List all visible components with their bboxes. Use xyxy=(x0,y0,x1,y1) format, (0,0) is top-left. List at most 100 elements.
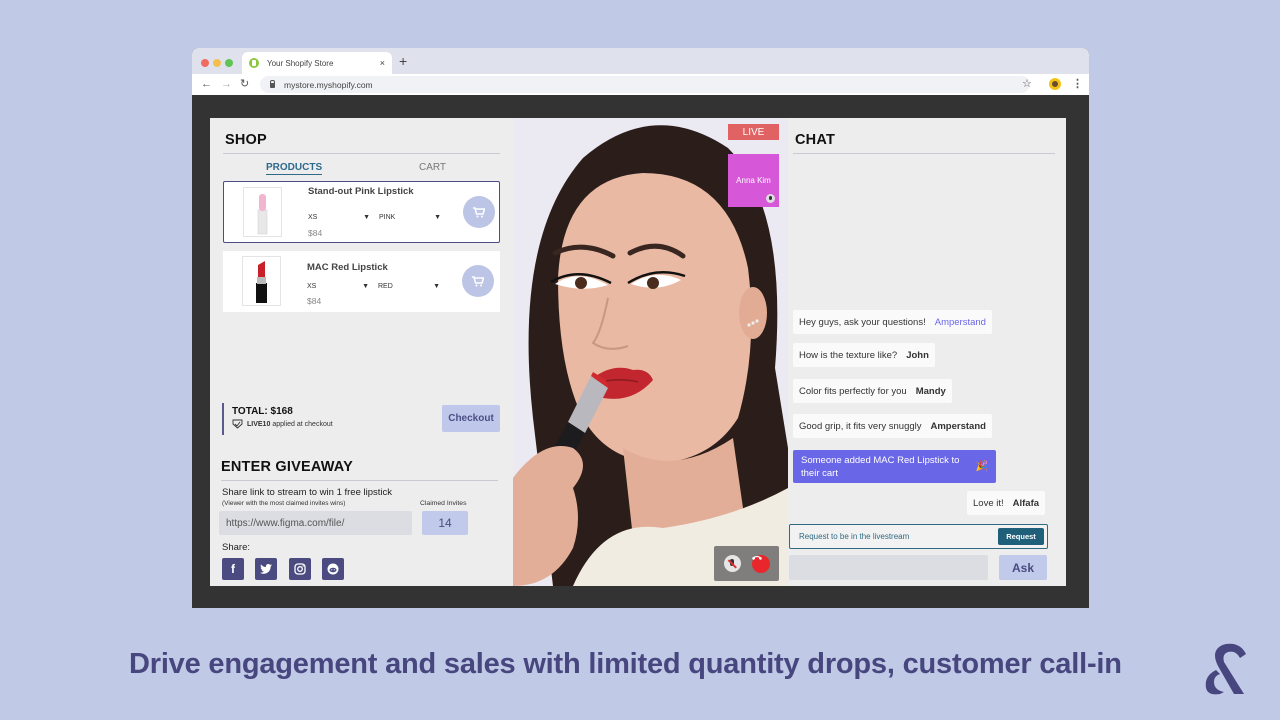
maximize-window-button[interactable] xyxy=(225,59,233,67)
caret-down-icon: ▼ xyxy=(434,214,441,221)
tab-bar: Your Shopify Store × + xyxy=(192,48,1089,74)
close-window-button[interactable] xyxy=(201,59,209,67)
cart-icon xyxy=(472,275,484,286)
size-select[interactable]: XS ▼ xyxy=(307,283,369,290)
caret-down-icon: ▼ xyxy=(433,283,440,290)
live-badge: LIVE xyxy=(728,124,779,140)
instagram-share-button[interactable] xyxy=(289,558,311,580)
call-controls xyxy=(714,546,779,581)
product-name: MAC Red Lipstick xyxy=(307,262,388,273)
url-text: mystore.myshopify.com xyxy=(284,79,373,90)
message-text: Love it! xyxy=(973,497,1004,509)
message-author: Alfafa xyxy=(1012,497,1040,509)
add-to-cart-button[interactable] xyxy=(463,196,495,228)
message-text: Color fits perfectly for you xyxy=(799,385,907,397)
size-select[interactable]: XS ▼ xyxy=(308,214,370,221)
color-select[interactable]: RED ▼ xyxy=(378,283,440,290)
profile-avatar[interactable] xyxy=(1049,78,1061,90)
shop-panel: SHOP PRODUCTS CART Stand-out Pink Lipsti… xyxy=(210,118,513,586)
giveaway-subtext: (Viewer with the most claimed invites wi… xyxy=(222,500,346,507)
chat-message: Hey guys, ask your questions! Amperstand xyxy=(793,310,992,334)
back-button[interactable]: ← xyxy=(201,77,212,91)
caret-down-icon: ▼ xyxy=(362,283,369,290)
twitter-share-button[interactable] xyxy=(255,558,277,580)
reload-button[interactable]: ↻ xyxy=(240,77,249,91)
forward-button[interactable]: → xyxy=(221,77,232,91)
tab-products[interactable]: PRODUCTS xyxy=(266,162,323,175)
message-author: Mandy xyxy=(915,385,946,397)
cart-activity-notice: Someone added MAC Red Lipstick to their … xyxy=(793,450,996,483)
message-author: Amperstand xyxy=(930,420,986,432)
request-button[interactable]: Request xyxy=(998,528,1044,545)
reddit-share-button[interactable] xyxy=(322,558,344,580)
claimed-invites-count: 14 xyxy=(422,511,468,535)
bookmark-star-icon[interactable]: ☆ xyxy=(1022,77,1032,90)
ask-button[interactable]: Ask xyxy=(999,555,1047,580)
twitter-icon xyxy=(260,564,272,574)
product-card[interactable]: MAC Red Lipstick XS ▼ RED ▼ $84 xyxy=(223,251,500,312)
message-text: Good grip, it fits very snuggly xyxy=(799,420,922,432)
message-text: Hey guys, ask your questions! xyxy=(799,316,926,328)
product-price: $84 xyxy=(307,296,322,306)
browser-toolbar: ← → ↻ mystore.myshopify.com ☆ ⋮ xyxy=(192,74,1089,95)
promo-text: applied at checkout xyxy=(272,420,333,428)
minimize-window-button[interactable] xyxy=(213,59,221,67)
size-value: XS xyxy=(308,214,318,221)
giveaway-title: ENTER GIVEAWAY xyxy=(221,459,353,475)
livestream-video[interactable]: LIVE Anna Kim xyxy=(513,118,788,586)
notice-text: Someone added MAC Red Lipstick to their … xyxy=(801,454,960,479)
lock-icon xyxy=(270,80,275,88)
product-image-red-lipstick xyxy=(242,256,281,306)
address-bar[interactable]: mystore.myshopify.com xyxy=(260,76,1030,93)
guest-video-tile[interactable]: Anna Kim xyxy=(728,154,779,207)
chat-message: Love it! Alfafa xyxy=(967,491,1046,515)
livestream-app: SHOP PRODUCTS CART Stand-out Pink Lipsti… xyxy=(210,118,1066,586)
chat-title: CHAT xyxy=(795,132,835,148)
chat-message: Good grip, it fits very snuggly Ampersta… xyxy=(793,414,992,438)
new-tab-button[interactable]: + xyxy=(399,54,407,68)
message-author: Amperstand xyxy=(934,316,986,328)
product-name: Stand-out Pink Lipstick xyxy=(308,186,414,197)
hang-up-button[interactable] xyxy=(752,555,770,573)
product-card[interactable]: Stand-out Pink Lipstick XS ▼ PINK ▼ $84 xyxy=(223,181,500,243)
order-total: TOTAL: $168 LIVE10 applied at checkout xyxy=(222,403,372,435)
guest-name: Anna Kim xyxy=(736,176,771,185)
guest-mic-icon xyxy=(766,194,775,203)
promo-code: LIVE10 xyxy=(247,420,271,428)
facebook-share-button[interactable]: f xyxy=(222,558,244,580)
tab-cart[interactable]: CART xyxy=(419,162,446,173)
mute-microphone-button[interactable] xyxy=(724,555,741,572)
checkout-button[interactable]: Checkout xyxy=(442,405,500,432)
browser-tab[interactable]: Your Shopify Store × xyxy=(242,52,392,74)
add-to-cart-button[interactable] xyxy=(462,265,494,297)
browser-menu-icon[interactable]: ⋮ xyxy=(1072,77,1083,90)
color-value: RED xyxy=(378,283,393,290)
total-amount: TOTAL: $168 xyxy=(232,406,293,417)
giveaway-divider xyxy=(221,480,498,481)
ampersand-logo-icon xyxy=(1200,640,1256,705)
shop-divider xyxy=(223,153,500,154)
close-tab-icon[interactable]: × xyxy=(380,58,385,68)
instagram-icon xyxy=(294,563,306,575)
promo-line: LIVE10 applied at checkout xyxy=(232,419,372,429)
message-author: John xyxy=(906,349,929,361)
cart-icon xyxy=(473,206,485,217)
color-select[interactable]: PINK ▼ xyxy=(379,214,441,221)
chat-message: How is the texture like? John xyxy=(793,343,935,367)
party-popper-icon: 🎉 xyxy=(975,461,988,472)
marketing-caption: Drive engagement and sales with limited … xyxy=(129,648,1122,680)
tab-title: Your Shopify Store xyxy=(267,58,334,68)
color-value: PINK xyxy=(379,214,396,221)
ask-question-input[interactable] xyxy=(789,555,988,580)
browser-window: Your Shopify Store × + ← → ↻ mystore.mys… xyxy=(192,48,1089,608)
share-label: Share: xyxy=(222,542,250,553)
claimed-invites-label: Claimed Invites xyxy=(420,500,467,507)
product-image-pink-lipstick xyxy=(243,187,282,237)
livestream-request-field[interactable]: Request to be in the livestream Request xyxy=(789,524,1048,549)
share-link-input[interactable] xyxy=(219,511,412,535)
message-text: How is the texture like? xyxy=(799,349,898,361)
chat-message: Color fits perfectly for you Mandy xyxy=(793,379,952,403)
discount-badge-icon xyxy=(232,419,243,429)
product-price: $84 xyxy=(308,228,323,238)
request-placeholder: Request to be in the livestream xyxy=(799,532,910,541)
